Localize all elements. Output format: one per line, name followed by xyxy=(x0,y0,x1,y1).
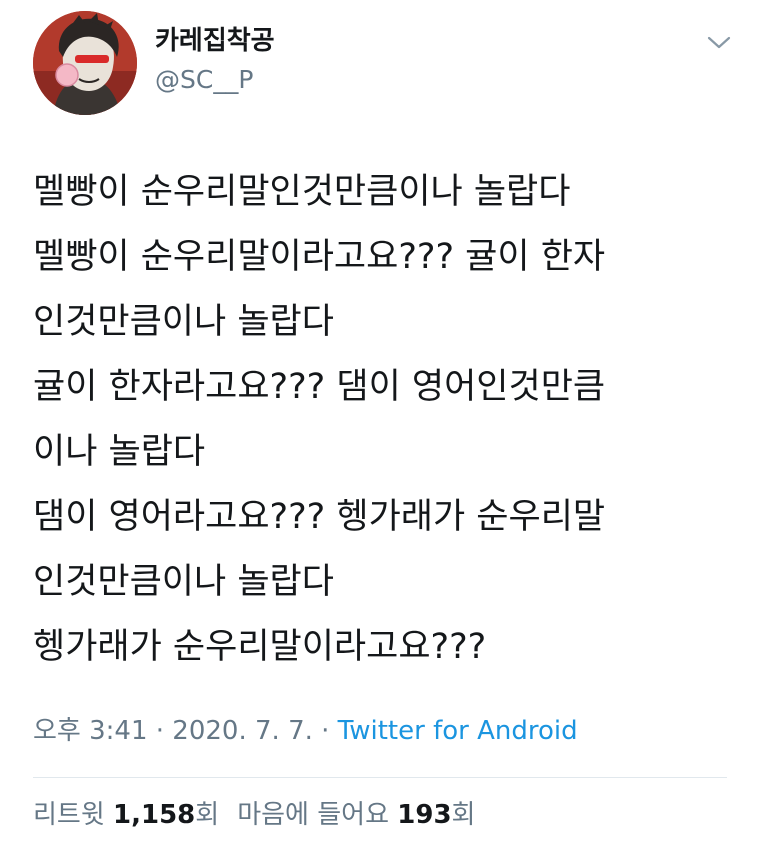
likes-unit: 회 xyxy=(451,800,476,830)
likes-stat[interactable]: 마음에 들어요 193회 xyxy=(237,800,475,830)
retweets-unit: 회 xyxy=(195,800,220,830)
tweet-text-line: 댐이 영어라고요??? 헹가래가 순우리말 xyxy=(33,497,606,537)
tweet-text: 멜빵이 순우리말인것만큼이나 놀랍다 멜빵이 순우리말이라고요??? 귤이 한자… xyxy=(33,160,733,680)
meta-separator: · xyxy=(321,716,330,746)
meta-separator: · xyxy=(155,716,165,746)
tweet-card: 카레집착공 @SC__P 멜빵이 순우리말인것만큼이나 놀랍다 멜빵이 순우리말… xyxy=(0,0,760,846)
tweet-text-line: 멜빵이 순우리말인것만큼이나 놀랍다 xyxy=(33,172,571,212)
tweet-text-line: 인것만큼이나 놀랍다 xyxy=(33,562,334,602)
user-handle[interactable]: @SC__P xyxy=(155,64,253,96)
likes-count: 193 xyxy=(397,800,452,830)
display-name[interactable]: 카레집착공 xyxy=(155,25,275,57)
tweet-date[interactable]: 2020. 7. 7. xyxy=(172,716,313,746)
tweet-source-link[interactable]: Twitter for Android xyxy=(338,716,578,746)
tweet-text-line: 귤이 한자라고요??? 댐이 영어인것만큼 xyxy=(33,367,606,407)
tweet-text-line: 멜빵이 순우리말이라고요??? 귤이 한자 xyxy=(33,237,606,277)
divider xyxy=(33,777,727,778)
likes-label: 마음에 들어요 xyxy=(237,800,389,830)
tweet-text-line: 인것만큼이나 놀랍다 xyxy=(33,302,334,342)
retweets-count: 1,158 xyxy=(113,800,196,830)
tweet-stats: 리트윗 1,158회 마음에 들어요 193회 xyxy=(33,797,475,833)
tweet-time[interactable]: 오후 3:41 xyxy=(33,716,148,746)
tweet-meta: 오후 3:41 · 2020. 7. 7. · Twitter for Andr… xyxy=(33,713,578,749)
tweet-text-line: 헹가래가 순우리말이라고요??? xyxy=(33,627,487,667)
retweets-stat[interactable]: 리트윗 1,158회 xyxy=(33,800,219,830)
retweets-label: 리트윗 xyxy=(33,800,105,830)
illustrated-character-avatar-icon xyxy=(33,11,137,115)
chevron-down-icon[interactable] xyxy=(704,30,734,54)
avatar[interactable] xyxy=(33,11,137,115)
tweet-text-line: 이나 놀랍다 xyxy=(33,432,206,472)
